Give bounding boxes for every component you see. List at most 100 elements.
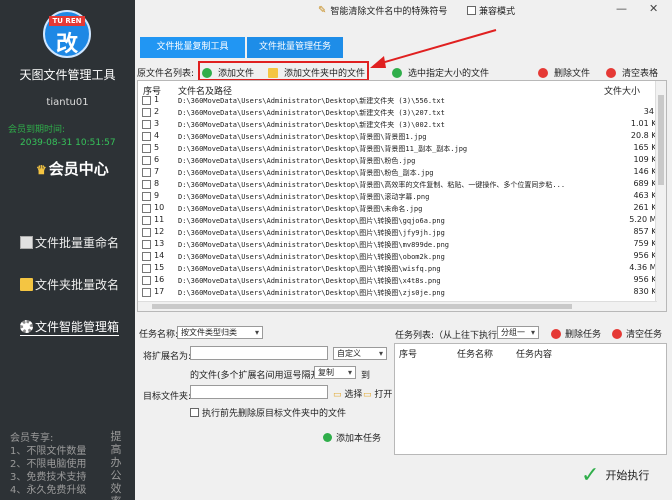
row-size: 857 KB [633,227,662,236]
row-checkbox[interactable] [142,96,151,105]
open-folder-label: 打开 [374,390,393,400]
row-number: 6 [154,155,160,164]
extension-input[interactable] [190,346,328,360]
row-checkbox[interactable] [142,252,151,261]
row-checkbox[interactable] [142,192,151,201]
row-checkbox[interactable] [142,216,151,225]
vip-center-link[interactable]: ♛ 会员中心 [36,158,109,179]
nav-file-rename[interactable]: 文件批量重命名 [20,234,119,251]
row-path: D:\360MoveData\Users\Administrator\Deskt… [178,181,566,189]
row-checkbox[interactable] [142,204,151,213]
member-expiry-label: 会员到期时间: [8,125,66,135]
vertical-scrollbar[interactable] [655,81,666,311]
tab-batch-copy[interactable]: 文件批量复制工具 [140,37,245,58]
table-row[interactable]: 16 D:\360MoveData\Users\Administrator\Des… [138,275,666,287]
table-row[interactable]: 7 D:\360MoveData\Users\Administrator\Desk… [138,167,666,179]
row-checkbox[interactable] [142,180,151,189]
table-row[interactable]: 11 D:\360MoveData\Users\Administrator\Des… [138,215,666,227]
row-checkbox[interactable] [142,288,151,297]
row-checkbox[interactable] [142,108,151,117]
table-row[interactable]: 14 D:\360MoveData\Users\Administrator\Des… [138,251,666,263]
delete-file-button[interactable]: 删除文件 [538,66,590,79]
task-name-select[interactable]: 按文件类型归类 [177,326,263,339]
gear-icon [20,320,33,333]
clear-table-label: 清空表格 [622,69,659,79]
group-select[interactable]: 分组一 [497,326,539,339]
table-row[interactable]: 3 D:\360MoveData\Users\Administrator\Desk… [138,119,666,131]
row-number: 5 [154,143,160,152]
table-row[interactable]: 12 D:\360MoveData\Users\Administrator\Des… [138,227,666,239]
table-row[interactable]: 15 D:\360MoveData\Users\Administrator\Des… [138,263,666,275]
folder-icon [20,278,33,291]
table-row[interactable]: 5 D:\360MoveData\Users\Administrator\Desk… [138,143,666,155]
table-row[interactable]: 4 D:\360MoveData\Users\Administrator\Desk… [138,131,666,143]
file-list-label: 原文件名列表: [137,69,195,79]
add-icon [202,67,212,78]
folder-icon: ▭ [333,390,342,400]
table-row[interactable]: 8 D:\360MoveData\Users\Administrator\Desk… [138,179,666,191]
open-folder-button[interactable]: ▭ 打开 [363,387,392,400]
nav-folder-rename[interactable]: 文件夹批量改名 [20,276,119,293]
brush-icon: ✎ [318,5,327,16]
table-row[interactable]: 13 D:\360MoveData\Users\Administrator\Des… [138,239,666,251]
row-size: 5.20 MB [629,215,662,224]
close-button[interactable]: ✕ [649,2,658,15]
task-table[interactable]: 序号 任务名称 任务内容 [394,343,667,455]
horizontal-scrollbar[interactable] [138,301,657,311]
row-checkbox[interactable] [142,132,151,141]
member-benefits: 会员专享: 1、不限文件数量 2、不限电脑使用 3、免费技术支持 4、永久免费升… [10,432,86,497]
row-number: 8 [154,179,160,188]
row-path: D:\360MoveData\Users\Administrator\Deskt… [178,121,445,129]
table-row[interactable]: 2 D:\360MoveData\Users\Administrator\Desk… [138,107,666,119]
document-icon [20,236,33,249]
file-table[interactable]: 序号 文件名及路径 文件大小 1 D:\360MoveData\Users\Adm… [137,80,667,312]
row-size: 261 KB [633,203,662,212]
clear-task-label: 清空任务 [626,330,663,340]
nav-smart-manager[interactable]: 文件智能管理箱 [20,318,120,336]
clear-task-button[interactable]: 清空任务 [612,327,662,340]
row-checkbox[interactable] [142,168,151,177]
start-execute-button[interactable]: ✓ 开始执行 [577,455,667,495]
row-checkbox[interactable] [142,240,151,249]
start-execute-label: 开始执行 [605,469,650,482]
extension-mode-select[interactable]: 自定义 [333,347,387,360]
table-row[interactable]: 9 D:\360MoveData\Users\Administrator\Desk… [138,191,666,203]
add-task-button[interactable]: 添加本任务 [323,431,381,444]
row-checkbox[interactable] [142,156,151,165]
row-path: D:\360MoveData\Users\Administrator\Deskt… [178,229,445,237]
checkbox-box [190,408,199,417]
row-size: 830 KB [633,287,662,296]
table-row[interactable]: 6 D:\360MoveData\Users\Administrator\Desk… [138,155,666,167]
add-file-button[interactable]: 添加文件 [202,66,254,79]
add-folder-files-button[interactable]: 添加文件夹中的文件 [268,66,365,79]
scroll-thumb[interactable] [658,95,664,185]
benefit-line: 1、不限文件数量 [10,446,87,457]
logo-char: 改 [55,31,78,57]
table-row[interactable]: 1 D:\360MoveData\Users\Administrator\Desk… [138,95,666,107]
row-size: 956 KB [633,275,662,284]
delete-target-checkbox[interactable]: 执行前先删除原目标文件夹中的文件 [190,406,346,419]
select-folder-button[interactable]: ▭ 选择 [333,387,362,400]
action-select[interactable]: 复制 [314,366,356,379]
row-checkbox[interactable] [142,276,151,285]
scroll-thumb[interactable] [152,304,572,309]
delete-task-button[interactable]: 删除任务 [551,327,601,340]
clean-symbols-tool[interactable]: ✎ 智能清除文件名中的特殊符号 [318,4,447,17]
row-checkbox[interactable] [142,228,151,237]
to-label: 到 [361,371,371,381]
tab-batch-manage[interactable]: 文件批量管理任务 [247,37,343,58]
task-header-no: 序号 [399,350,418,360]
row-checkbox[interactable] [142,264,151,273]
target-folder-input[interactable] [190,385,328,399]
row-checkbox[interactable] [142,144,151,153]
checkbox-box [467,6,476,15]
table-row[interactable]: 10 D:\360MoveData\Users\Administrator\Des… [138,203,666,215]
task-list-label: 任务列表:（从上往下执行） [395,331,507,341]
select-by-size-button[interactable]: 选中指定大小的文件 [392,66,489,79]
row-checkbox[interactable] [142,120,151,129]
compat-mode-checkbox[interactable]: 兼容模式 [467,4,515,17]
clear-icon [606,67,616,78]
clear-table-button[interactable]: 清空表格 [606,66,658,79]
table-row[interactable]: 17 D:\360MoveData\Users\Administrator\Des… [138,287,666,299]
minimize-button[interactable]: — [616,2,627,15]
